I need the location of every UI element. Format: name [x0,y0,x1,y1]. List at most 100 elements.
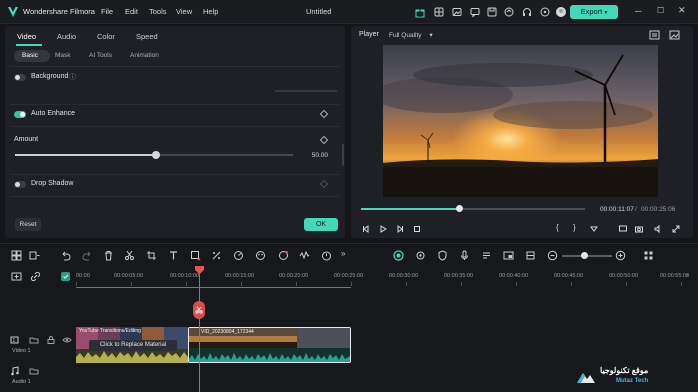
voiceover-list-icon[interactable] [481,250,492,261]
subtab-animation[interactable]: Animation [130,52,159,59]
menu-view[interactable]: View [176,7,192,16]
close-icon[interactable]: ✕ [678,5,686,16]
audio-adjust-icon[interactable] [299,250,310,261]
color-icon[interactable] [211,250,222,261]
snapshot-icon[interactable] [649,30,660,40]
mark-out-icon[interactable]: } [573,223,576,232]
reset-button[interactable]: Reset [15,218,41,231]
folder-icon[interactable] [29,335,39,345]
more-icon[interactable]: » [341,249,351,261]
previous-frame-icon[interactable] [361,224,371,234]
snap-icon[interactable] [60,271,71,282]
message-icon[interactable] [469,6,481,18]
settings-icon[interactable] [415,250,426,261]
playback-progress-handle[interactable] [456,205,463,212]
svg-text:1: 1 [13,338,16,344]
menu-edit[interactable]: Edit [125,7,138,16]
subtab-ai-tools[interactable]: AI Tools [89,52,112,59]
render-icon[interactable] [589,224,599,234]
ai-portrait-icon[interactable] [278,250,289,261]
redo-icon[interactable] [82,250,93,261]
time-separator: / [635,206,637,213]
ruler-scroll-icon[interactable]: › [686,272,688,279]
image-icon[interactable] [669,30,680,40]
menu-tools[interactable]: Tools [149,7,167,16]
title-bar: Wondershare Filmora File Edit Tools View… [0,0,698,24]
shape-icon[interactable] [190,250,201,261]
zoom-out-icon[interactable] [547,250,558,261]
folder-icon[interactable] [29,366,39,376]
amount-slider-handle[interactable] [152,151,160,159]
layout-icon[interactable] [11,250,22,261]
keyframe-icon[interactable] [319,109,329,119]
eye-icon[interactable] [62,335,72,345]
notification-icon[interactable] [539,6,551,18]
video-preview[interactable] [383,45,658,197]
menu-help[interactable]: Help [203,7,218,16]
picture-in-picture-icon[interactable] [503,250,514,261]
render-preview-icon[interactable] [393,250,404,261]
undo-icon[interactable] [60,250,71,261]
add-track-icon[interactable] [29,250,40,261]
amount-value-field[interactable]: 50.00 [298,150,328,161]
stabilize-icon[interactable] [525,250,536,261]
auto-enhance-toggle[interactable] [14,111,26,118]
gift-icon[interactable] [414,6,426,18]
speed-icon[interactable] [233,250,244,261]
video-clip-2[interactable]: VID_20230804_172344 [188,327,351,363]
image-icon[interactable] [451,6,463,18]
tab-audio[interactable]: Audio [57,32,76,41]
clip1-name: YouTube Transitions/Editing [79,328,141,334]
info-icon[interactable]: ⓘ [69,72,76,82]
minimize-icon[interactable]: ─ [635,6,641,16]
split-marker[interactable] [193,301,205,319]
delete-icon[interactable] [103,250,114,261]
tab-speed[interactable]: Speed [136,32,158,41]
ok-button[interactable]: OK [304,218,338,231]
add-video-track-icon[interactable] [11,271,22,282]
grid-icon[interactable] [433,6,445,18]
export-button[interactable]: Export ▾ [570,5,618,19]
playhead-line[interactable] [199,266,200,392]
avatar-icon[interactable] [555,6,567,18]
ruler-label: 00:00 [76,273,90,279]
text-icon[interactable] [168,250,179,261]
tab-color[interactable]: Color [97,32,115,41]
microphone-icon[interactable] [459,250,470,261]
subtab-mask[interactable]: Mask [55,52,71,59]
keyframe-icon[interactable] [319,135,329,145]
cloud-icon[interactable] [503,6,515,18]
tab-video[interactable]: Video [17,32,36,41]
effects-icon[interactable] [255,250,266,261]
play-icon[interactable] [378,224,388,234]
fullscreen-icon[interactable] [671,224,681,234]
volume-icon[interactable] [653,224,663,234]
subtab-basic[interactable]: Basic [22,52,38,59]
next-frame-icon[interactable] [395,224,405,234]
split-icon[interactable] [124,250,135,261]
display-icon[interactable] [618,224,628,234]
zoom-in-icon[interactable] [615,250,626,261]
lock-icon[interactable] [46,335,56,345]
ruler-tick [131,282,132,286]
headset-icon[interactable] [521,6,533,18]
menu-file[interactable]: File [101,7,113,16]
stop-icon[interactable] [412,224,422,234]
replace-material-button[interactable]: Click to Replace Material [89,340,177,351]
timer-icon[interactable] [321,250,332,261]
save-icon[interactable] [486,6,498,18]
drop-shadow-toggle[interactable] [14,181,26,188]
quality-dropdown[interactable]: Full Quality ▾ [389,31,433,39]
camera-icon[interactable] [634,224,644,234]
mark-in-icon[interactable]: { [556,223,559,232]
zoom-slider-handle[interactable] [581,252,588,259]
link-icon[interactable] [30,271,41,282]
panel-scrollbar[interactable] [342,144,344,166]
grid-view-icon[interactable] [643,250,654,261]
ruler-label: 00:00:50:00 [609,273,639,279]
maximize-icon[interactable]: ☐ [657,6,664,15]
playhead-handle[interactable] [195,266,204,274]
crop-icon[interactable] [146,250,157,261]
background-toggle[interactable] [14,74,26,81]
shield-icon[interactable] [437,250,448,261]
